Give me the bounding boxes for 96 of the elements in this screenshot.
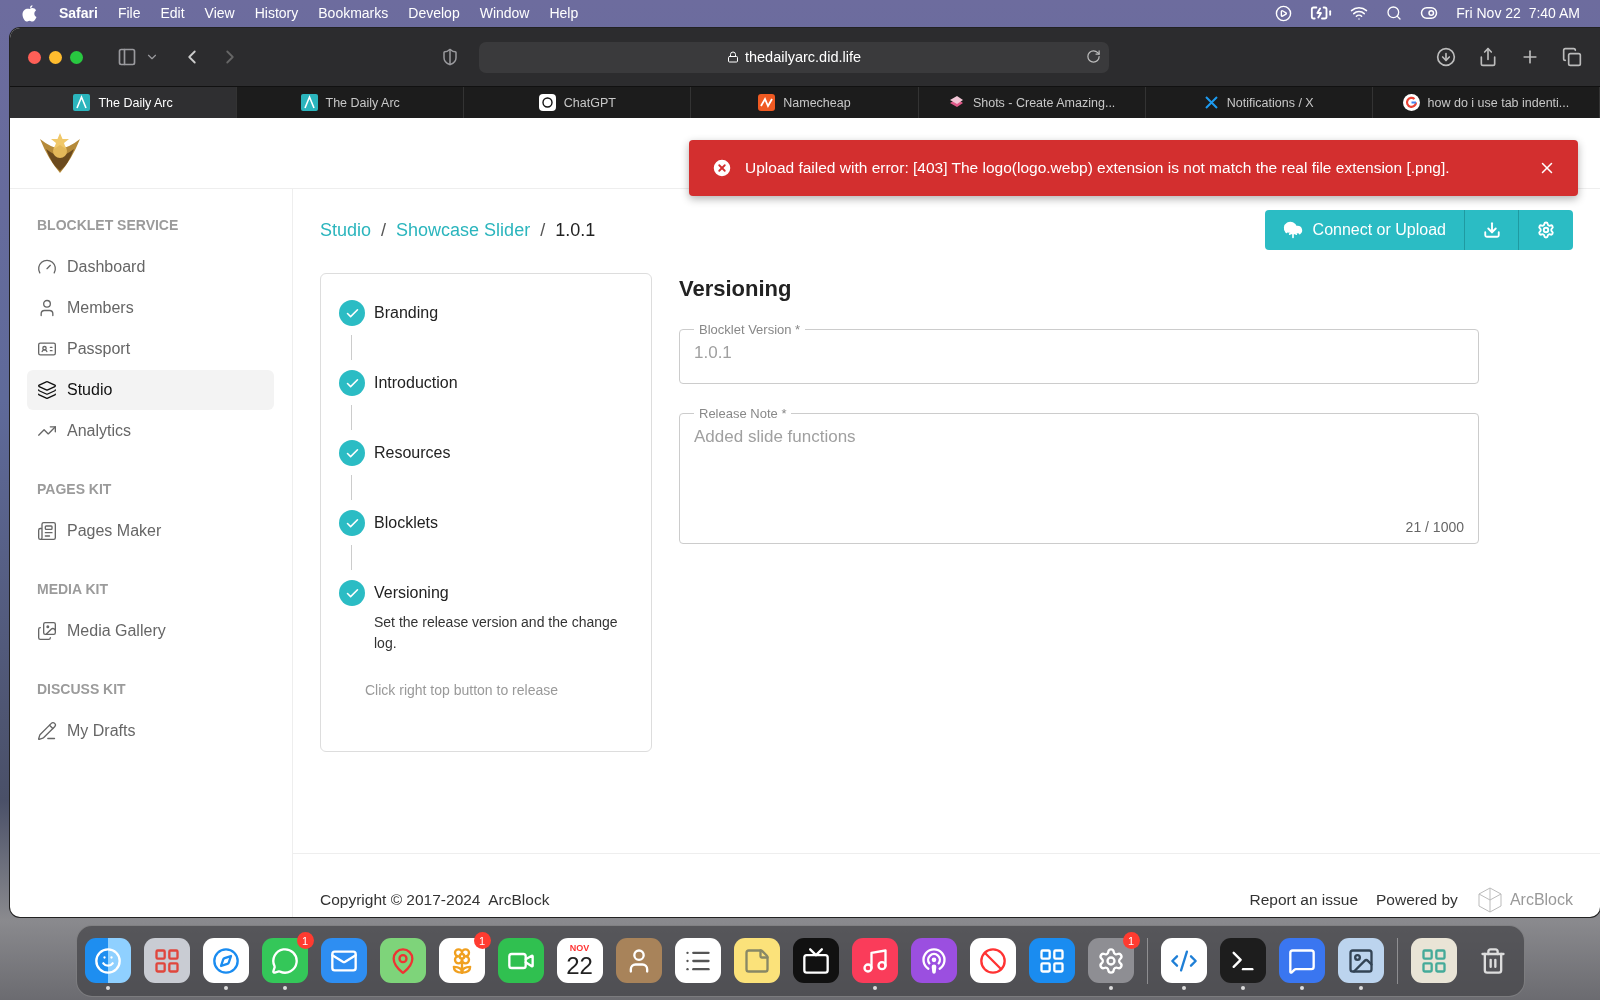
sidebar-icon[interactable] <box>117 47 137 67</box>
code-editor-icon[interactable] <box>1160 938 1207 984</box>
sidebar-item[interactable]: Members <box>27 288 274 328</box>
photos-icon[interactable] <box>438 938 485 984</box>
share-icon[interactable] <box>1478 47 1498 67</box>
preview-icon[interactable] <box>1337 938 1384 984</box>
site-icon <box>758 94 776 111</box>
section-heading: PAGES KIT <box>36 481 113 497</box>
menu-clock[interactable]: Fri Nov 22 7:40 AM <box>1456 5 1580 21</box>
tabs-overview-icon[interactable] <box>1562 47 1582 67</box>
close-window-button[interactable] <box>28 50 41 64</box>
menu-item[interactable]: History <box>254 5 299 21</box>
error-icon <box>711 157 733 179</box>
address-bar[interactable]: thedailyarc.did.life <box>479 41 1109 73</box>
openai-icon <box>538 94 556 111</box>
browser-tab[interactable]: The Daily Arc <box>10 87 238 118</box>
settings-icon[interactable] <box>1087 938 1134 984</box>
contacts-icon[interactable] <box>615 938 662 984</box>
music-icon[interactable] <box>851 938 898 984</box>
search-icon[interactable] <box>1386 5 1403 21</box>
finder-icon[interactable] <box>84 938 131 984</box>
field-label: Blocklet Version * <box>698 322 802 337</box>
list-icon[interactable] <box>674 938 721 984</box>
messages-icon[interactable] <box>261 938 308 984</box>
powered-by-text: Powered by <box>1376 891 1458 909</box>
section-title: Versioning <box>679 276 793 302</box>
sidebar-item[interactable]: Pages Maker <box>27 511 274 551</box>
reload-icon[interactable] <box>1086 48 1101 64</box>
layers-icon <box>37 380 57 400</box>
footer-link[interactable]: Report an issue <box>1249 891 1358 909</box>
menu-item[interactable]: Edit <box>160 5 185 21</box>
pencil-icon <box>37 721 57 741</box>
brand-name: ArcBlock <box>1509 891 1573 909</box>
download-icon <box>1482 221 1501 239</box>
step-label[interactable]: Versioning <box>374 584 449 602</box>
site-icon <box>300 94 318 111</box>
field-label: Release Note * <box>698 406 788 421</box>
breadcrumb-separator: / <box>381 219 387 241</box>
section-heading: DISCUSS KIT <box>36 681 127 697</box>
char-counter: 21 / 1000 <box>1405 519 1464 535</box>
toast-message: Upload failed with error: [403] The logo(logo.webp) extension is not match the real file extension [.png]. <box>745 159 1450 177</box>
x-icon <box>1203 95 1219 110</box>
menu-item[interactable]: File <box>117 5 141 21</box>
site-icon <box>73 94 91 111</box>
copyright-text: Copyright © 2017-2024 ArcBlock <box>320 891 550 909</box>
lock-icon <box>726 51 739 63</box>
step-label[interactable]: Branding <box>374 304 439 322</box>
sidebar-item[interactable]: Dashboard <box>27 247 274 287</box>
calendar-day: 22 <box>566 952 593 979</box>
shield-icon[interactable] <box>441 48 459 66</box>
sidebar-item[interactable]: Passport <box>27 329 274 369</box>
menu-item[interactable]: Help <box>549 5 579 21</box>
sidebar-item[interactable]: My Drafts <box>27 711 274 751</box>
zoom-button[interactable] <box>70 50 83 64</box>
control-center-icon[interactable] <box>1420 4 1439 22</box>
app-menu[interactable]: Safari <box>59 5 98 21</box>
terminal-icon[interactable] <box>1219 938 1266 984</box>
download-icon[interactable] <box>1436 47 1456 67</box>
podcast-icon[interactable] <box>910 938 957 984</box>
gear-icon <box>1537 221 1555 239</box>
step-description: Set the release version and the change log. <box>374 613 619 653</box>
video-camera-icon[interactable] <box>497 938 544 984</box>
calendar-month: NOV <box>569 942 590 953</box>
notes-icon[interactable] <box>733 938 780 984</box>
release-hint: Click right top button to release <box>365 682 559 698</box>
step-label[interactable]: Blocklets <box>374 514 439 532</box>
menu-item[interactable]: Develop <box>408 5 460 21</box>
step-label[interactable]: Introduction <box>374 374 458 392</box>
menu-item[interactable]: View <box>204 5 235 21</box>
step-label[interactable]: Resources <box>374 444 451 462</box>
sidebar-item[interactable]: Analytics <box>27 411 274 451</box>
compass-icon[interactable] <box>202 938 249 984</box>
menu-item[interactable]: Window <box>479 5 530 21</box>
mail-icon[interactable] <box>320 938 367 984</box>
play-icon[interactable] <box>1275 4 1293 22</box>
sidebar-item[interactable]: Media Gallery <box>27 611 274 651</box>
map-icon[interactable] <box>379 938 426 984</box>
sidebar-item[interactable]: Studio <box>27 370 274 410</box>
cube-logo-icon <box>1475 886 1504 914</box>
url-text: thedailyarc.did.life <box>744 49 862 65</box>
cloud-upload-icon <box>1282 220 1303 240</box>
breadcrumb-separator: / <box>540 219 546 241</box>
menu-item[interactable]: Bookmarks <box>318 5 389 21</box>
breadcrumb-current: 1.0.1 <box>555 219 596 241</box>
apple-icon[interactable] <box>22 4 37 22</box>
minimize-button[interactable] <box>49 50 62 64</box>
section-heading: BLOCKLET SERVICE <box>36 217 180 233</box>
images-icon <box>37 621 57 641</box>
google-icon <box>1402 94 1420 111</box>
launchpad-icon[interactable] <box>143 938 190 984</box>
section-heading: MEDIA KIT <box>36 581 110 597</box>
chat-bubble-icon[interactable] <box>1278 938 1325 984</box>
wifi-icon[interactable] <box>1350 4 1369 22</box>
tv-icon[interactable] <box>792 938 839 984</box>
calendar-icon[interactable]: NOV 22 <box>556 938 603 984</box>
newspaper-icon <box>37 521 57 541</box>
